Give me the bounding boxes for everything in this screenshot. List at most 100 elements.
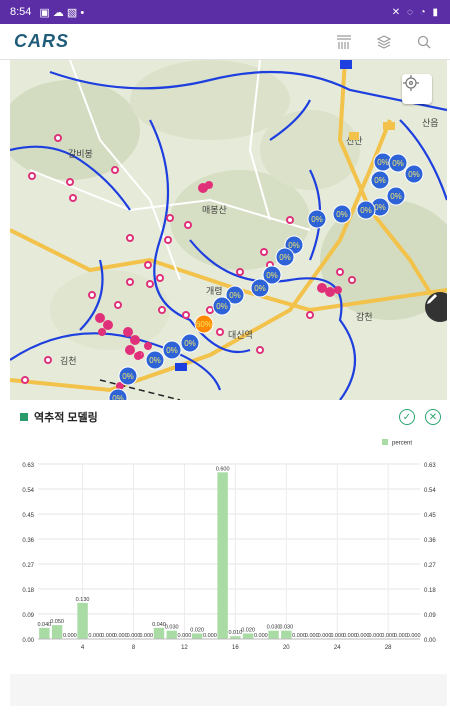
- bubble-label: 0%: [229, 291, 241, 300]
- bubble-label: 0%: [254, 284, 266, 293]
- bar: [191, 633, 203, 639]
- bubble-label: 0%: [216, 302, 228, 311]
- app-bar: CARS: [0, 24, 450, 60]
- y-tick-label-left: 0.54: [22, 488, 34, 494]
- bubble-label: 0%: [390, 192, 402, 201]
- x-tick-label: 12: [181, 645, 188, 651]
- bubble-label: 0%: [408, 170, 420, 179]
- bubble-label: 0%: [288, 241, 300, 250]
- bar-value-label: 0.020: [241, 627, 255, 633]
- layers-list-icon[interactable]: [332, 30, 356, 54]
- bar-value-label: 0.000: [139, 633, 153, 639]
- crosshair-icon: [403, 75, 419, 91]
- map-label-daesin-station: 대신역: [228, 330, 253, 340]
- bar-value-label: 0.000: [203, 633, 217, 639]
- bar: [153, 627, 165, 639]
- bar-value-label: 0.000: [127, 633, 141, 639]
- bar-value-label: 0.000: [101, 633, 115, 639]
- bar: [39, 627, 50, 639]
- bubble-label: 0%: [122, 372, 134, 381]
- notification-icons: ▣ ☁ ▧ •: [39, 6, 85, 19]
- bar-value-label: 0.010: [228, 630, 242, 636]
- y-tick-label-right: 0.09: [424, 613, 436, 619]
- x-tick-label: 16: [232, 645, 239, 651]
- bar-value-label: 0.000: [356, 633, 370, 639]
- bar-value-label: 0.000: [292, 633, 306, 639]
- layers-icon[interactable]: [372, 30, 396, 54]
- map-label-galbibong: 갈비봉: [68, 149, 93, 159]
- bubble-label: 0%: [311, 215, 323, 224]
- map-label-gamcheon: 감천: [356, 311, 373, 322]
- bubble-label: 0%: [392, 159, 404, 168]
- x-tick-label: 4: [81, 645, 85, 651]
- search-icon[interactable]: [412, 30, 436, 54]
- y-tick-label-right: 0.18: [424, 588, 436, 594]
- chart-svg: 0.00 0.00 0.09 0.09 0.18 0.18 0.27 0.27 0.36 0.36…: [22, 439, 436, 651]
- bubble-label: 0%: [149, 356, 161, 365]
- bar: [242, 633, 254, 639]
- legend-swatch: [382, 439, 388, 445]
- bar-chart: 0.00 0.00 0.09 0.09 0.18 0.18 0.27 0.27 0.36 0.36…: [10, 432, 447, 662]
- close-circle-icon[interactable]: ✕: [425, 409, 441, 425]
- y-tick-label-left: 0.36: [22, 538, 34, 544]
- bar-value-label: 0.000: [88, 633, 102, 639]
- y-tick-label-left: 0.45: [22, 513, 34, 519]
- map-view[interactable]: 갈비봉 매봉산 개령 대신역 김천 선산 산읍 감천 0% 0% 0% 0% 0…: [10, 60, 447, 400]
- bubble-label: 0%: [166, 346, 178, 355]
- map-label-gaeryeong: 개령: [206, 285, 223, 296]
- bar-value-label: 0.000: [407, 633, 421, 639]
- y-tick-label-right: 0.36: [424, 538, 436, 544]
- y-tick-label-left: 0.00: [22, 638, 34, 644]
- system-status-icons: ✕ ◌ ◔ ▮: [391, 6, 440, 18]
- x-tick-label: 28: [385, 645, 392, 651]
- check-circle-icon[interactable]: ✓: [399, 409, 415, 425]
- bar-value-label: 0.040: [37, 622, 51, 628]
- bar-value-label: 0.030: [279, 625, 293, 631]
- map-canvas: 갈비봉 매봉산 개령 대신역 김천 선산 산읍 감천 0% 0% 0% 0% 0…: [10, 60, 447, 400]
- bubble-label-peak: 60%: [196, 320, 212, 329]
- locate-button[interactable]: [402, 74, 432, 104]
- bubble-label: 0%: [279, 253, 291, 262]
- bar-value-label: 0.000: [254, 633, 268, 639]
- map-label-gimcheon: 김천: [60, 355, 77, 366]
- bar-value-label: 0.030: [165, 625, 179, 631]
- map-label-maebongsan: 매봉산: [202, 205, 227, 215]
- bar-value-label: 0.030: [267, 625, 281, 631]
- bubble-label: 0%: [374, 203, 386, 212]
- bubble-label: 0%: [266, 271, 278, 280]
- bar: [217, 472, 228, 639]
- bar-value-label: 0.130: [76, 597, 90, 603]
- bubble-label: 0%: [112, 394, 124, 400]
- bar: [51, 625, 63, 639]
- legend-label: percent: [392, 441, 412, 447]
- x-tick-label: 24: [334, 645, 341, 651]
- status-bar: 8:54 ▣ ☁ ▧ • ✕ ◌ ◔ ▮: [0, 0, 450, 24]
- y-tick-label-right: 0.63: [424, 463, 436, 469]
- bar-value-label: 0.020: [190, 627, 204, 633]
- bubble-label: 0%: [184, 339, 196, 348]
- y-tick-label-right: 0.45: [424, 513, 436, 519]
- bar-value-label: 0.000: [178, 633, 192, 639]
- bubble-label: 0%: [360, 206, 372, 215]
- y-tick-label-left: 0.09: [22, 613, 34, 619]
- bubble-label: 0%: [374, 176, 386, 185]
- bar-value-label: 0.000: [305, 633, 319, 639]
- status-time: 8:54: [10, 6, 32, 18]
- bar-value-label: 0.040: [152, 622, 166, 628]
- y-tick-label-right: 0.27: [424, 563, 436, 569]
- y-tick-label-left: 0.18: [22, 588, 34, 594]
- pencil-icon: [427, 294, 437, 304]
- bubble-label: 0%: [377, 158, 389, 167]
- panel-marker: [20, 413, 28, 421]
- bar-value-label: 0.050: [50, 619, 64, 625]
- y-tick-label-right: 0.54: [424, 488, 436, 494]
- bar: [281, 630, 292, 639]
- bar-value-label: 0.000: [369, 633, 383, 639]
- edit-button[interactable]: [425, 292, 447, 322]
- bar-value-label: 0.000: [330, 633, 344, 639]
- x-tick-label: 20: [283, 645, 290, 651]
- bar-value-label: 0.000: [114, 633, 128, 639]
- bar: [268, 630, 279, 639]
- bar-value-label: 0.000: [381, 633, 395, 639]
- map-label-saneup: 산읍: [422, 118, 439, 128]
